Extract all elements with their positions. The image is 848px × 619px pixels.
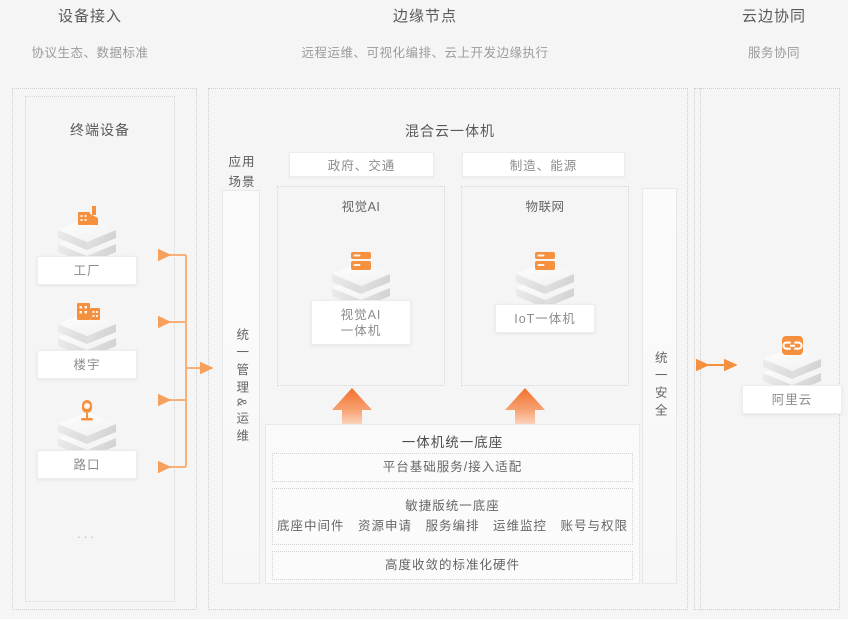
appliance-icon xyxy=(512,248,578,310)
base-row-standard-hardware: 高度收敛的标准化硬件 xyxy=(272,551,633,580)
unified-security-label: 统一安全 xyxy=(652,351,667,421)
device-list-ellipsis: ... xyxy=(77,526,97,541)
product-group-title-iot: 物联网 xyxy=(525,200,565,214)
base-row-agile-base: 敏捷版统一底座 底座中间件 资源申请 服务编排 运维监控 账号与权限 xyxy=(272,488,633,545)
app-scenario-label-line2: 场景 xyxy=(228,175,256,189)
appliance-node-vision-ai[interactable]: 视觉AI 一体机 xyxy=(311,248,411,345)
header-title-device-access: 设备接入 xyxy=(57,8,122,25)
terminal-devices-title: 终端设备 xyxy=(70,122,130,138)
scenario-chip-government-transport[interactable]: 政府、交通 xyxy=(289,152,434,177)
appliance-node-iot[interactable]: IoT一体机 xyxy=(495,248,595,333)
header-title-cloud-edge: 云边协同 xyxy=(741,8,806,25)
base-row-platform-services: 平台基础服务/接入适配 xyxy=(272,453,633,482)
unified-management-label: 统一管理&运维 xyxy=(234,327,249,447)
device-label-intersection: 路口 xyxy=(37,450,137,479)
base-row-agile-base-line2: 底座中间件 资源申请 服务编排 运维监控 账号与权限 xyxy=(276,518,628,533)
edge-appliance-title: 混合云一体机 xyxy=(405,123,495,139)
appliance-label-vision-ai-line2: 一体机 xyxy=(340,324,382,338)
cloud-node-alibaba[interactable]: 阿里云 xyxy=(742,333,842,414)
cloud-label-alibaba: 阿里云 xyxy=(742,385,842,414)
header-subtitle-device-access: 协议生态、数据标准 xyxy=(31,46,149,60)
appliance-label-vision-ai: 视觉AI 一体机 xyxy=(311,300,411,345)
base-row-agile-base-line1: 敏捷版统一底座 xyxy=(405,498,500,513)
base-row-platform-services-line1: 平台基础服务/接入适配 xyxy=(382,460,523,474)
header-subtitle-cloud-edge: 服务协同 xyxy=(747,46,800,60)
device-node-intersection[interactable]: 路口 xyxy=(37,398,137,479)
unified-security-panel: 统一安全 xyxy=(642,188,677,584)
header-title-edge-node: 边缘节点 xyxy=(392,8,457,25)
app-scenario-label: 应用 场景 xyxy=(220,152,264,192)
appliance-label-vision-ai-line1: 视觉AI xyxy=(340,308,382,322)
header-subtitle-edge-node: 远程运维、可视化编排、云上开发边缘执行 xyxy=(301,46,549,60)
device-node-factory[interactable]: 工厂 xyxy=(37,204,137,285)
app-scenario-label-line1: 应用 xyxy=(228,155,256,169)
header-column-device-access: 设备接入 协议生态、数据标准 xyxy=(0,8,180,61)
device-node-building[interactable]: 楼宇 xyxy=(37,298,137,379)
device-label-building: 楼宇 xyxy=(37,350,137,379)
scenario-chip-manufacturing-energy[interactable]: 制造、能源 xyxy=(462,152,625,177)
unified-management-panel: 统一管理&运维 xyxy=(222,190,260,584)
product-group-title-vision-ai: 视觉AI xyxy=(341,200,381,214)
device-label-factory: 工厂 xyxy=(37,256,137,285)
base-row-standard-hardware-line1: 高度收敛的标准化硬件 xyxy=(384,558,520,572)
header-column-cloud-edge: 云边协同 服务协同 xyxy=(700,8,848,61)
header-column-edge-node: 边缘节点 远程运维、可视化编排、云上开发边缘执行 xyxy=(240,8,610,61)
region-cloud-gutter xyxy=(694,88,740,610)
unified-base-title: 一体机统一底座 xyxy=(401,435,504,450)
appliance-label-iot: IoT一体机 xyxy=(495,304,595,333)
